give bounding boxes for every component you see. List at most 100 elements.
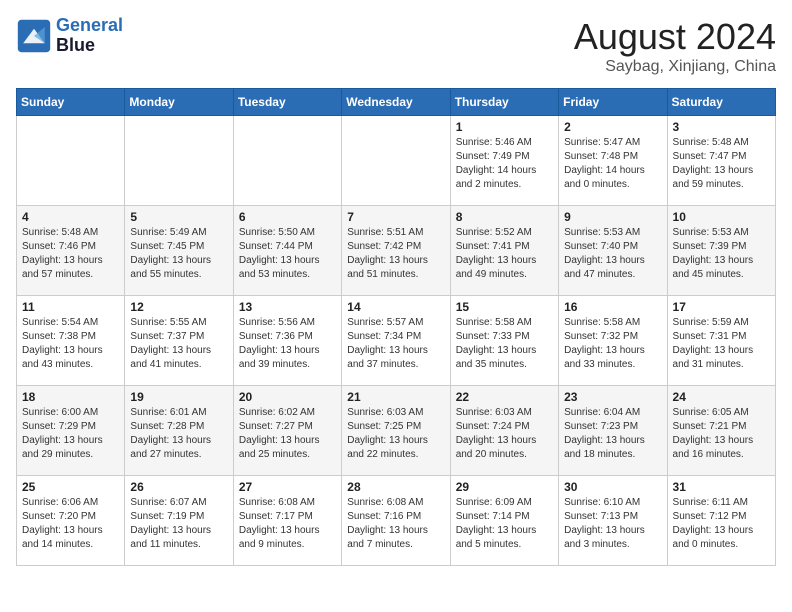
day-number: 8 — [456, 210, 553, 224]
calendar-day-cell: 26Sunrise: 6:07 AM Sunset: 7:19 PM Dayli… — [125, 476, 233, 566]
calendar-day-cell: 2 Sunrise: 5:47 AM Sunset: 7:48 PM Daylig… — [559, 116, 667, 206]
day-info: Sunrise: 5:57 AM Sunset: 7:34 PM Dayligh… — [347, 316, 444, 372]
calendar-day-cell — [17, 116, 125, 206]
weekday-header-row: SundayMondayTuesdayWednesdayThursdayFrid… — [17, 89, 776, 116]
day-number: 9 — [564, 210, 661, 224]
weekday-header-cell: Saturday — [667, 89, 775, 116]
day-number: 28 — [347, 480, 444, 494]
day-number: 7 — [347, 210, 444, 224]
calendar-week-row: 11Sunrise: 5:54 AM Sunset: 7:38 PM Dayli… — [17, 296, 776, 386]
day-info: Sunrise: 6:00 AM Sunset: 7:29 PM Dayligh… — [22, 406, 119, 462]
day-info: Sunrise: 5:48 AM Sunset: 7:46 PM Dayligh… — [22, 226, 119, 282]
day-info: Sunrise: 6:10 AM Sunset: 7:13 PM Dayligh… — [564, 496, 661, 552]
calendar-day-cell — [233, 116, 341, 206]
calendar-body: 1 Sunrise: 5:46 AM Sunset: 7:49 PM Daylig… — [17, 116, 776, 566]
day-info: Sunrise: 5:49 AM Sunset: 7:45 PM Dayligh… — [130, 226, 227, 282]
calendar-week-row: 25 Sunrise: 6:06 AM Sunset: 7:20 PM Dayli… — [17, 476, 776, 566]
month-title: August 2024 — [574, 16, 776, 58]
calendar-day-cell: 28 Sunrise: 6:08 AM Sunset: 7:16 PM Dayli… — [342, 476, 450, 566]
day-number: 13 — [239, 300, 336, 314]
calendar-day-cell: 24Sunrise: 6:05 AM Sunset: 7:21 PM Dayli… — [667, 386, 775, 476]
calendar-day-cell: 30 Sunrise: 6:10 AM Sunset: 7:13 PM Dayli… — [559, 476, 667, 566]
day-info: Sunrise: 5:53 AM Sunset: 7:39 PM Dayligh… — [673, 226, 770, 282]
day-number: 31 — [673, 480, 770, 494]
day-info: Sunrise: 5:46 AM Sunset: 7:49 PM Dayligh… — [456, 136, 553, 192]
day-info: Sunrise: 6:05 AM Sunset: 7:21 PM Dayligh… — [673, 406, 770, 462]
calendar-day-cell: 15Sunrise: 5:58 AM Sunset: 7:33 PM Dayli… — [450, 296, 558, 386]
calendar-day-cell: 16Sunrise: 5:58 AM Sunset: 7:32 PM Dayli… — [559, 296, 667, 386]
weekday-header-cell: Thursday — [450, 89, 558, 116]
day-number: 15 — [456, 300, 553, 314]
day-info: Sunrise: 6:01 AM Sunset: 7:28 PM Dayligh… — [130, 406, 227, 462]
calendar-day-cell: 22 Sunrise: 6:03 AM Sunset: 7:24 PM Dayli… — [450, 386, 558, 476]
day-number: 19 — [130, 390, 227, 404]
day-number: 25 — [22, 480, 119, 494]
location-subtitle: Saybag, Xinjiang, China — [574, 58, 776, 76]
day-number: 30 — [564, 480, 661, 494]
calendar-day-cell: 31 Sunrise: 6:11 AM Sunset: 7:12 PM Dayli… — [667, 476, 775, 566]
calendar-day-cell: 12 Sunrise: 5:55 AM Sunset: 7:37 PM Dayli… — [125, 296, 233, 386]
calendar-day-cell — [125, 116, 233, 206]
logo: General Blue — [16, 16, 123, 56]
calendar-day-cell: 29 Sunrise: 6:09 AM Sunset: 7:14 PM Dayli… — [450, 476, 558, 566]
calendar-day-cell: 17Sunrise: 5:59 AM Sunset: 7:31 PM Dayli… — [667, 296, 775, 386]
day-number: 6 — [239, 210, 336, 224]
calendar-day-cell: 11Sunrise: 5:54 AM Sunset: 7:38 PM Dayli… — [17, 296, 125, 386]
calendar-day-cell: 9Sunrise: 5:53 AM Sunset: 7:40 PM Daylig… — [559, 206, 667, 296]
day-info: Sunrise: 5:51 AM Sunset: 7:42 PM Dayligh… — [347, 226, 444, 282]
day-number: 22 — [456, 390, 553, 404]
calendar-day-cell: 23 Sunrise: 6:04 AM Sunset: 7:23 PM Dayli… — [559, 386, 667, 476]
day-info: Sunrise: 6:04 AM Sunset: 7:23 PM Dayligh… — [564, 406, 661, 462]
day-number: 18 — [22, 390, 119, 404]
day-info: Sunrise: 5:59 AM Sunset: 7:31 PM Dayligh… — [673, 316, 770, 372]
logo-icon — [16, 18, 52, 54]
day-number: 5 — [130, 210, 227, 224]
day-info: Sunrise: 5:47 AM Sunset: 7:48 PM Dayligh… — [564, 136, 661, 192]
day-info: Sunrise: 5:52 AM Sunset: 7:41 PM Dayligh… — [456, 226, 553, 282]
day-info: Sunrise: 6:09 AM Sunset: 7:14 PM Dayligh… — [456, 496, 553, 552]
calendar-day-cell: 8 Sunrise: 5:52 AM Sunset: 7:41 PM Daylig… — [450, 206, 558, 296]
day-info: Sunrise: 5:48 AM Sunset: 7:47 PM Dayligh… — [673, 136, 770, 192]
day-number: 16 — [564, 300, 661, 314]
calendar-day-cell: 10 Sunrise: 5:53 AM Sunset: 7:39 PM Dayli… — [667, 206, 775, 296]
day-number: 11 — [22, 300, 119, 314]
day-number: 4 — [22, 210, 119, 224]
day-number: 1 — [456, 120, 553, 134]
calendar-day-cell: 13 Sunrise: 5:56 AM Sunset: 7:36 PM Dayli… — [233, 296, 341, 386]
day-number: 23 — [564, 390, 661, 404]
calendar-day-cell: 1 Sunrise: 5:46 AM Sunset: 7:49 PM Daylig… — [450, 116, 558, 206]
day-info: Sunrise: 6:03 AM Sunset: 7:24 PM Dayligh… — [456, 406, 553, 462]
calendar-day-cell: 27Sunrise: 6:08 AM Sunset: 7:17 PM Dayli… — [233, 476, 341, 566]
calendar-day-cell: 21 Sunrise: 6:03 AM Sunset: 7:25 PM Dayli… — [342, 386, 450, 476]
day-info: Sunrise: 6:06 AM Sunset: 7:20 PM Dayligh… — [22, 496, 119, 552]
day-number: 2 — [564, 120, 661, 134]
day-number: 29 — [456, 480, 553, 494]
day-info: Sunrise: 5:50 AM Sunset: 7:44 PM Dayligh… — [239, 226, 336, 282]
calendar-day-cell — [342, 116, 450, 206]
logo-line1: General — [56, 15, 123, 35]
day-number: 21 — [347, 390, 444, 404]
calendar-day-cell: 6 Sunrise: 5:50 AM Sunset: 7:44 PM Daylig… — [233, 206, 341, 296]
day-info: Sunrise: 5:56 AM Sunset: 7:36 PM Dayligh… — [239, 316, 336, 372]
calendar-day-cell: 3 Sunrise: 5:48 AM Sunset: 7:47 PM Daylig… — [667, 116, 775, 206]
day-info: Sunrise: 6:08 AM Sunset: 7:16 PM Dayligh… — [347, 496, 444, 552]
calendar-table: SundayMondayTuesdayWednesdayThursdayFrid… — [16, 88, 776, 566]
day-info: Sunrise: 6:07 AM Sunset: 7:19 PM Dayligh… — [130, 496, 227, 552]
day-info: Sunrise: 6:11 AM Sunset: 7:12 PM Dayligh… — [673, 496, 770, 552]
calendar-day-cell: 20Sunrise: 6:02 AM Sunset: 7:27 PM Dayli… — [233, 386, 341, 476]
day-info: Sunrise: 6:03 AM Sunset: 7:25 PM Dayligh… — [347, 406, 444, 462]
day-number: 12 — [130, 300, 227, 314]
calendar-day-cell: 25 Sunrise: 6:06 AM Sunset: 7:20 PM Dayli… — [17, 476, 125, 566]
weekday-header-cell: Sunday — [17, 89, 125, 116]
day-number: 27 — [239, 480, 336, 494]
day-info: Sunrise: 5:55 AM Sunset: 7:37 PM Dayligh… — [130, 316, 227, 372]
day-number: 14 — [347, 300, 444, 314]
weekday-header-cell: Friday — [559, 89, 667, 116]
calendar-week-row: 18 Sunrise: 6:00 AM Sunset: 7:29 PM Dayli… — [17, 386, 776, 476]
calendar-day-cell: 7 Sunrise: 5:51 AM Sunset: 7:42 PM Daylig… — [342, 206, 450, 296]
day-number: 20 — [239, 390, 336, 404]
page-header: General Blue August 2024 Saybag, Xinjian… — [16, 16, 776, 76]
day-number: 10 — [673, 210, 770, 224]
day-number: 3 — [673, 120, 770, 134]
weekday-header-cell: Wednesday — [342, 89, 450, 116]
